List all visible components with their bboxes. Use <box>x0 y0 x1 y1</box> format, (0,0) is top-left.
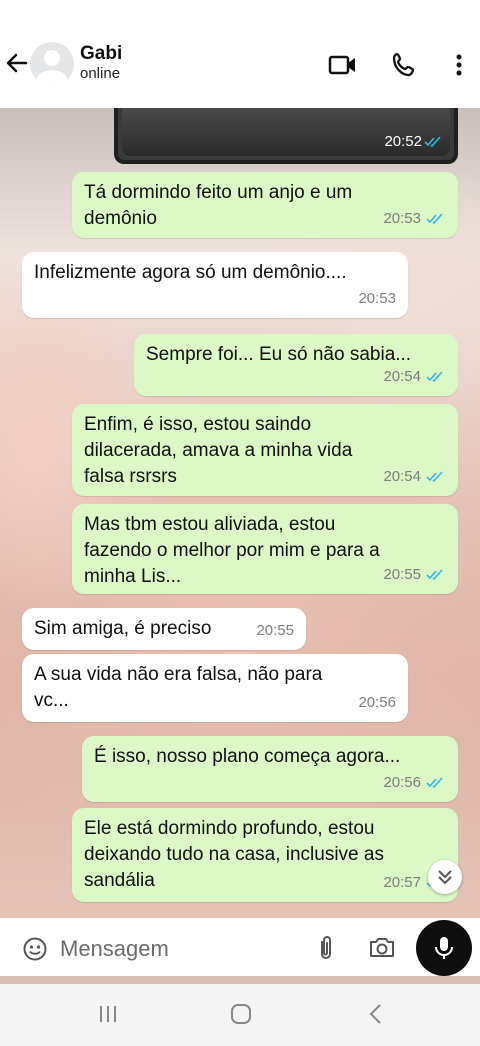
system-nav-bar <box>0 984 480 1046</box>
message-text: Sim amiga, é preciso <box>34 618 212 639</box>
emoji-icon[interactable] <box>22 936 48 962</box>
message-time: 20:56 <box>358 694 396 711</box>
message-time: 20:55 <box>383 566 421 583</box>
message-bubble[interactable]: Ele está dormindo profundo, estou deixan… <box>72 808 458 902</box>
message-bubble[interactable]: Sim amiga, é preciso 20:55 <box>22 608 306 650</box>
message-time: 20:53 <box>383 210 421 227</box>
contact-status: online <box>80 65 121 82</box>
message-text: A sua vida não era falsa, não para vc... <box>34 664 323 711</box>
message-bubble[interactable]: Infelizmente agora só um demônio.... 20:… <box>22 252 408 318</box>
read-check-icon <box>426 777 443 789</box>
avatar[interactable] <box>30 42 74 86</box>
recent-apps-icon[interactable] <box>96 1002 120 1026</box>
message-bubble[interactable]: Tá dormindo feito um anjo e um demônio 2… <box>72 172 458 238</box>
scroll-to-bottom-button[interactable] <box>428 860 462 894</box>
mic-button[interactable] <box>416 920 472 976</box>
phone-icon[interactable] <box>390 50 420 80</box>
double-chevron-down-icon <box>438 870 452 885</box>
message-time: 20:56 <box>383 774 421 791</box>
camera-icon[interactable] <box>368 934 396 960</box>
message-input[interactable]: Mensagem <box>8 920 408 976</box>
photo-message[interactable]: 20:52 <box>114 108 458 164</box>
message-bubble[interactable]: É isso, nosso plano começa agora... 20:5… <box>82 736 458 802</box>
message-placeholder: Mensagem <box>60 936 169 961</box>
message-time: 20:54 <box>383 468 421 485</box>
message-time: 20:54 <box>383 368 421 385</box>
read-check-icon <box>424 136 441 148</box>
message-bubble[interactable]: Sempre foi... Eu só não sabia... 20:54 <box>134 334 458 396</box>
message-text: Infelizmente agora só um demônio.... <box>34 262 347 283</box>
read-check-icon <box>426 213 443 225</box>
chat-header: Gabi online <box>0 0 480 108</box>
message-time: 20:53 <box>358 290 396 307</box>
home-icon[interactable] <box>228 1002 254 1026</box>
message-time: 20:55 <box>256 622 294 639</box>
message-bubble[interactable]: Enfim, é isso, estou saindo dilacerada, … <box>72 404 458 496</box>
message-time: 20:52 <box>384 133 422 150</box>
video-call-icon[interactable] <box>328 50 358 80</box>
read-check-icon <box>426 569 443 581</box>
attach-icon[interactable] <box>314 934 338 962</box>
message-text: É isso, nosso plano começa agora... <box>94 746 401 767</box>
message-time: 20:57 <box>383 874 421 891</box>
back-icon[interactable] <box>364 1002 388 1026</box>
message-bubble[interactable]: A sua vida não era falsa, não para vc...… <box>22 654 408 722</box>
read-check-icon <box>426 371 443 383</box>
mic-icon <box>435 937 453 959</box>
background-strip <box>0 976 480 984</box>
contact-name[interactable]: Gabi <box>80 43 122 65</box>
chat-area[interactable]: 20:52 Tá dormindo feito um anjo e um dem… <box>0 108 480 918</box>
read-check-icon <box>426 471 443 483</box>
back-arrow-icon[interactable] <box>4 50 30 76</box>
message-bubble[interactable]: Mas tbm estou aliviada, estou fazendo o … <box>72 504 458 594</box>
more-vertical-icon[interactable] <box>444 50 474 80</box>
